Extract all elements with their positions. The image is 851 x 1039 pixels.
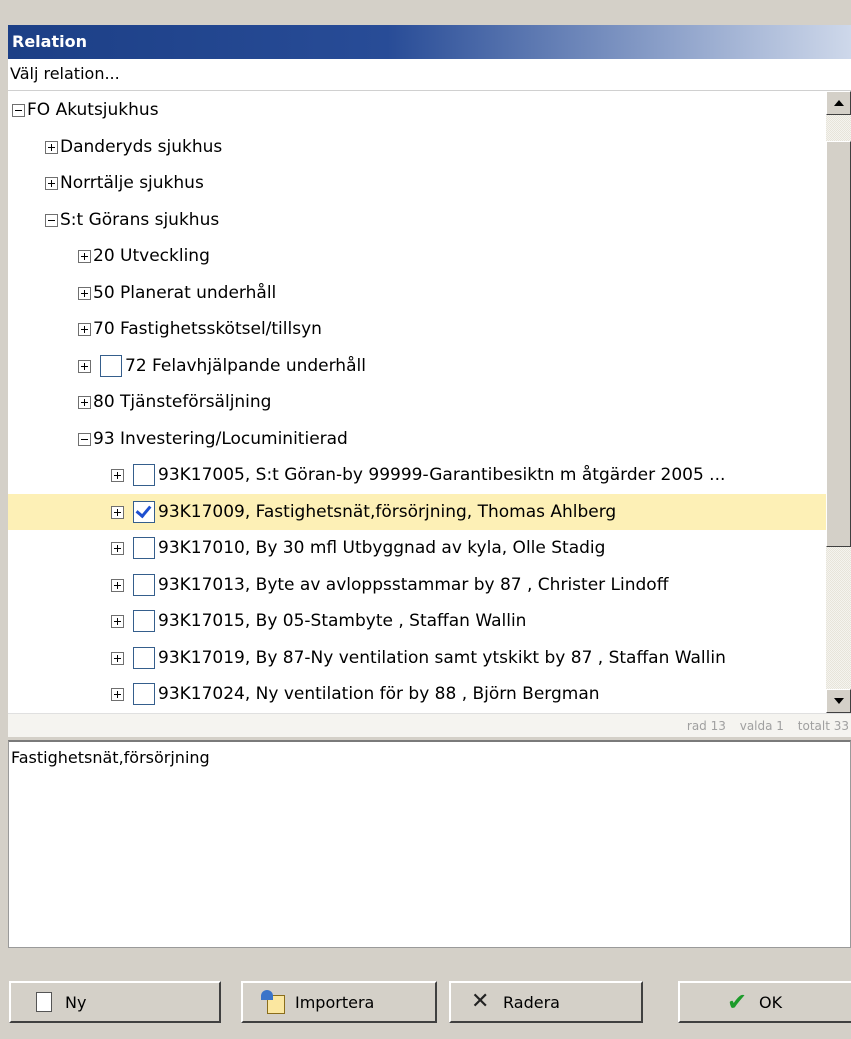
tree-row[interactable]: 20 Utveckling [8, 238, 826, 274]
delete-button-label: Radera [503, 992, 560, 1012]
scroll-thumb[interactable] [826, 141, 851, 547]
button-bar: Ny Importera ✕ Radera ✔ OK [8, 948, 851, 1039]
row-checkbox[interactable] [133, 537, 155, 559]
row-checkbox[interactable] [133, 683, 155, 705]
tree-row[interactable]: FO Akutsjukhus [8, 92, 826, 128]
tree-row[interactable]: 72 Felavhjälpande underhåll [8, 348, 826, 384]
expand-plus-icon[interactable] [78, 395, 91, 409]
tree-row[interactable]: 93K17009, Fastighetsnät,försörjning, Tho… [8, 494, 826, 530]
collapse-minus-icon[interactable] [12, 103, 25, 117]
tree-row[interactable]: 93K17019, By 87-Ny ventilation samt ytsk… [8, 640, 826, 676]
import-icon [261, 990, 285, 1014]
row-checkbox[interactable] [133, 647, 155, 669]
tree-row[interactable]: 50 Planerat underhåll [8, 275, 826, 311]
tree-row-label: Danderyds sjukhus [60, 137, 223, 157]
tree-row-label: 50 Planerat underhåll [93, 283, 277, 303]
delete-x-icon: ✕ [471, 989, 490, 1014]
tree-row-label: 93K17010, By 30 mfl Utbyggnad av kyla, O… [158, 538, 606, 558]
arrow-down-icon [834, 698, 844, 704]
status-bar: rad 13 valda 1 totalt 33 [8, 713, 851, 737]
tree-row[interactable]: 93K17005, S:t Göran-by 99999-Garantibesi… [8, 457, 826, 493]
tree-row-label: 93K17005, S:t Göran-by 99999-Garantibesi… [158, 465, 726, 485]
tree-row-label: 93K17013, Byte av avloppsstammar by 87 ,… [158, 575, 669, 595]
row-checkbox[interactable] [133, 464, 155, 486]
import-button-label: Importera [295, 992, 375, 1012]
expand-plus-icon[interactable] [78, 249, 91, 263]
scroll-down-button[interactable] [826, 689, 851, 713]
tree-row-label: 72 Felavhjälpande underhåll [125, 356, 366, 376]
tree-row[interactable]: 93K17010, By 30 mfl Utbyggnad av kyla, O… [8, 530, 826, 566]
tree-row-label: 80 Tjänsteförsäljning [93, 392, 272, 412]
tree-row-label: 93 Investering/Locuminitierad [93, 429, 348, 449]
row-checkbox[interactable] [100, 355, 122, 377]
expand-plus-icon[interactable] [111, 468, 124, 482]
tree-row-label: 93K17009, Fastighetsnät,försörjning, Tho… [158, 502, 617, 522]
row-checkbox[interactable] [133, 610, 155, 632]
new-document-icon [31, 990, 55, 1014]
tree-row[interactable]: 93K17013, Byte av avloppsstammar by 87 ,… [8, 567, 826, 603]
tree-row[interactable]: 93K17015, By 05-Stambyte , Staffan Walli… [8, 603, 826, 639]
tree-row[interactable]: 93 Investering/Locuminitierad [8, 421, 826, 457]
row-checkbox[interactable] [133, 574, 155, 596]
delete-button[interactable]: ✕ Radera [449, 981, 643, 1023]
expand-plus-icon[interactable] [78, 322, 91, 336]
collapse-minus-icon[interactable] [45, 213, 58, 227]
tree-row-label: FO Akutsjukhus [27, 100, 159, 120]
vertical-scrollbar[interactable] [826, 91, 851, 713]
expand-plus-icon[interactable] [78, 286, 91, 300]
description-text: Fastighetsnät,försörjning [11, 748, 210, 767]
tree-row[interactable]: 93K17024, Ny ventilation för by 88 , Bjö… [8, 676, 826, 712]
collapse-minus-icon[interactable] [78, 432, 91, 446]
tree-row[interactable]: 80 Tjänsteförsäljning [8, 384, 826, 420]
expand-plus-icon[interactable] [45, 140, 58, 154]
status-row: rad 13 [686, 719, 726, 733]
import-button[interactable]: Importera [241, 981, 437, 1023]
tree-row-label: 93K17019, By 87-Ny ventilation samt ytsk… [158, 648, 726, 668]
ok-button-label: OK [759, 992, 783, 1012]
expand-plus-icon[interactable] [111, 505, 124, 519]
relation-tree[interactable]: FO Akutsjukhus Danderyds sjukhus Norrtälje… [8, 91, 826, 713]
dialog-title: Relation [8, 25, 851, 59]
dialog-subtitle: Välj relation... [8, 59, 851, 91]
checkmark-icon: ✔ [727, 988, 748, 1016]
scroll-up-button[interactable] [826, 91, 851, 115]
expand-plus-icon[interactable] [111, 687, 124, 701]
expand-plus-icon[interactable] [111, 578, 124, 592]
expand-plus-icon[interactable] [111, 541, 124, 555]
tree-row-label: 70 Fastighetsskötsel/tillsyn [93, 319, 322, 339]
tree-row-label: Norrtälje sjukhus [60, 173, 204, 193]
row-checkbox[interactable] [133, 501, 155, 523]
new-button-label: Ny [65, 992, 87, 1012]
status-total: totalt 33 [797, 719, 849, 733]
ok-button[interactable]: ✔ OK [678, 981, 851, 1023]
description-textarea[interactable]: Fastighetsnät,försörjning [8, 740, 851, 948]
expand-plus-icon[interactable] [111, 614, 124, 628]
tree-row-label: 93K17015, By 05-Stambyte , Staffan Walli… [158, 611, 527, 631]
arrow-up-icon [834, 100, 844, 106]
tree-row[interactable]: Norrtälje sjukhus [8, 165, 826, 201]
tree-row[interactable]: 70 Fastighetsskötsel/tillsyn [8, 311, 826, 347]
expand-plus-icon[interactable] [45, 176, 58, 190]
status-selected: valda 1 [739, 719, 784, 733]
tree-row[interactable]: Danderyds sjukhus [8, 129, 826, 165]
tree-row-label: S:t Görans sjukhus [60, 210, 220, 230]
new-button[interactable]: Ny [9, 981, 221, 1023]
expand-plus-icon[interactable] [111, 651, 124, 665]
tree-row[interactable]: S:t Görans sjukhus [8, 202, 826, 238]
tree-row-label: 93K17024, Ny ventilation för by 88 , Bjö… [158, 684, 600, 704]
tree-row-label: 20 Utveckling [93, 246, 210, 266]
expand-plus-icon[interactable] [78, 359, 91, 373]
